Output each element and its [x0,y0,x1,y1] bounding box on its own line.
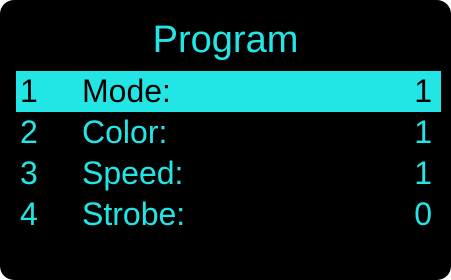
screen-title: Program [152,19,299,61]
menu-item-value: 1 [414,73,432,109]
oled-display: Program 1 Mode: 1 2 Color: 1 3 Speed: 1 … [0,0,451,280]
menu-item-number: 4 [20,196,38,232]
menu-item-label: Color: [82,114,168,150]
menu-item-color[interactable]: 2 Color: 1 [0,112,451,153]
menu-item-number: 1 [20,73,38,109]
program-menu: 1 Mode: 1 2 Color: 1 3 Speed: 1 4 Strobe… [0,71,451,235]
menu-item-label: Strobe: [82,196,186,232]
menu-item-label: Mode: [82,73,171,109]
menu-item-number: 3 [20,155,38,191]
menu-item-number: 2 [20,114,38,150]
menu-item-label: Speed: [82,155,184,191]
menu-item-speed[interactable]: 3 Speed: 1 [0,153,451,194]
menu-item-value: 1 [414,155,432,191]
menu-item-strobe[interactable]: 4 Strobe: 0 [0,194,451,235]
menu-item-value: 1 [414,114,432,150]
menu-item-value: 0 [414,196,432,232]
menu-item-mode[interactable]: 1 Mode: 1 [16,71,441,112]
